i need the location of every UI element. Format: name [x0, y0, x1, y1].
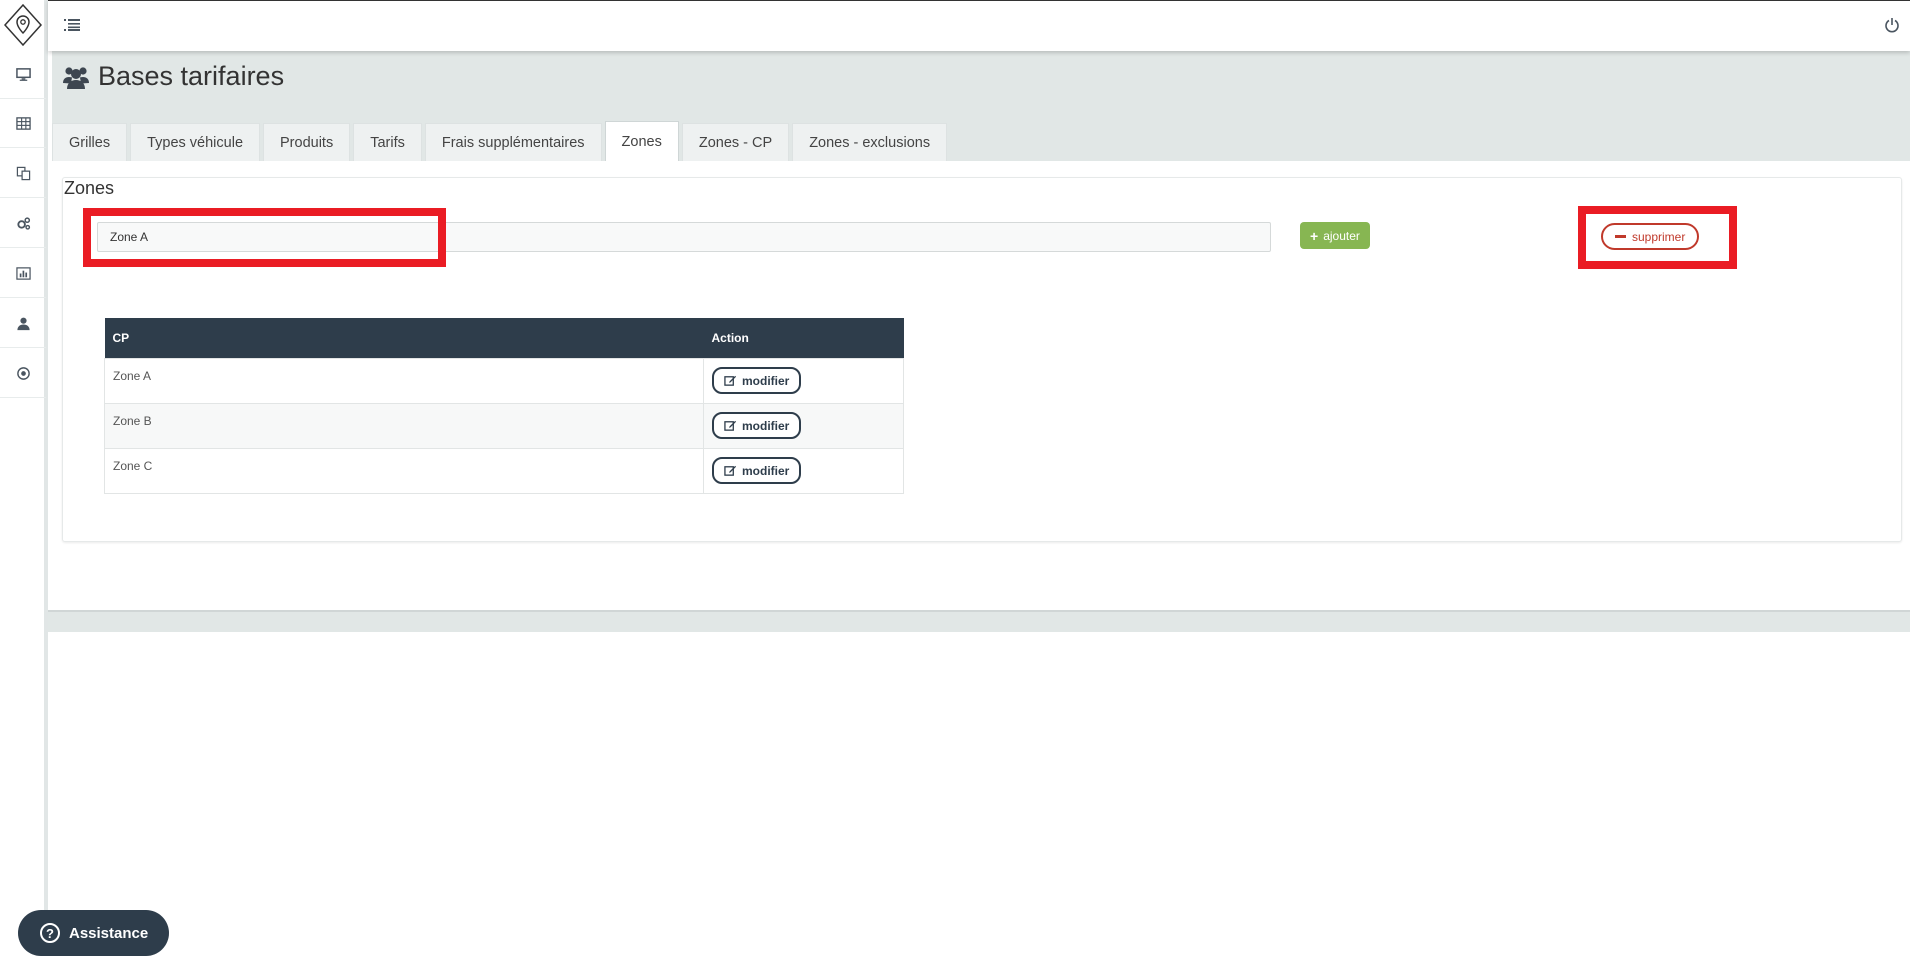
table-header-row: CP Action: [104, 318, 904, 358]
edit-button-label: modifier: [742, 418, 790, 433]
tab-tarifs[interactable]: Tarifs: [353, 123, 422, 161]
add-button[interactable]: + ajouter: [1300, 222, 1370, 249]
copy-icon: [16, 166, 30, 181]
assistance-label: Assistance: [69, 924, 149, 942]
top-bar: [48, 0, 1910, 51]
sidebar-item-stats[interactable]: [0, 250, 46, 298]
panel-title: Zones: [64, 178, 115, 198]
bar-chart-icon: [15, 267, 31, 280]
edit-icon: [724, 375, 737, 386]
tab-produits[interactable]: Produits: [263, 123, 351, 161]
table-row: Zone A modifier: [104, 357, 904, 404]
edit-button[interactable]: modifier: [712, 457, 802, 484]
page-header: Bases tarifaires Grilles Types véhicule …: [52, 51, 1910, 161]
edit-button[interactable]: modifier: [712, 367, 802, 394]
power-icon[interactable]: [1884, 17, 1900, 33]
action-cell: modifier: [703, 402, 904, 449]
table-row: Zone C modifier: [104, 447, 904, 494]
table-row: Zone B modifier: [104, 402, 904, 449]
sidebar-item-dashboard[interactable]: [0, 51, 46, 99]
edit-icon: [724, 420, 737, 431]
page-title-wrap: Bases tarifaires: [62, 61, 284, 92]
zone-name-cell: Zone B: [104, 402, 704, 449]
zone-name-cell: Zone A: [104, 357, 704, 404]
column-header-action: Action: [703, 318, 904, 358]
tab-grilles[interactable]: Grilles: [52, 123, 128, 161]
column-header-cp: CP: [104, 318, 704, 358]
question-icon: ?: [40, 923, 60, 943]
tab-frais-supplementaires[interactable]: Frais supplémentaires: [424, 123, 602, 161]
tab-zones-exclusions[interactable]: Zones - exclusions: [792, 123, 948, 161]
action-cell: modifier: [703, 357, 904, 404]
sidebar-item-users[interactable]: [0, 300, 46, 348]
menu-toggle-icon[interactable]: [64, 18, 80, 32]
plus-icon: +: [1310, 227, 1319, 244]
highlight-box-input: [83, 208, 446, 267]
target-icon: [16, 367, 30, 380]
add-button-label: ajouter: [1323, 228, 1360, 243]
tab-zones[interactable]: Zones: [604, 121, 679, 161]
sidebar: [0, 0, 48, 956]
location-logo-icon[interactable]: [4, 4, 42, 46]
minus-icon: [1615, 235, 1626, 238]
zones-panel: Zones + ajouter supprimer CP Action Zone…: [62, 177, 1902, 542]
sidebar-item-target[interactable]: [0, 350, 46, 398]
delete-button[interactable]: supprimer: [1601, 223, 1700, 250]
cogs-icon: [16, 217, 30, 230]
edit-button[interactable]: modifier: [712, 412, 802, 439]
action-cell: modifier: [703, 447, 904, 494]
tab-bar: Grilles Types véhicule Produits Tarifs F…: [52, 121, 950, 161]
sidebar-item-copy[interactable]: [0, 150, 46, 198]
sidebar-item-grid[interactable]: [0, 100, 46, 148]
zone-name-cell: Zone C: [104, 447, 704, 494]
tab-zones-cp[interactable]: Zones - CP: [681, 123, 790, 161]
users-icon: [63, 66, 89, 89]
user-icon: [16, 317, 30, 331]
edit-button-label: modifier: [742, 463, 790, 478]
footer-band: [48, 610, 1910, 632]
assistance-button[interactable]: ? Assistance: [18, 910, 169, 956]
table-icon: [15, 117, 31, 130]
delete-button-label: supprimer: [1632, 229, 1686, 244]
page-title: Bases tarifaires: [98, 61, 285, 91]
monitor-icon: [15, 68, 31, 81]
edit-icon: [724, 465, 737, 476]
edit-button-label: modifier: [742, 373, 790, 388]
sidebar-item-settings[interactable]: [0, 200, 46, 248]
zones-table: CP Action Zone A modifier Zone B modifie…: [104, 318, 904, 494]
tab-types-vehicule[interactable]: Types véhicule: [130, 123, 261, 161]
